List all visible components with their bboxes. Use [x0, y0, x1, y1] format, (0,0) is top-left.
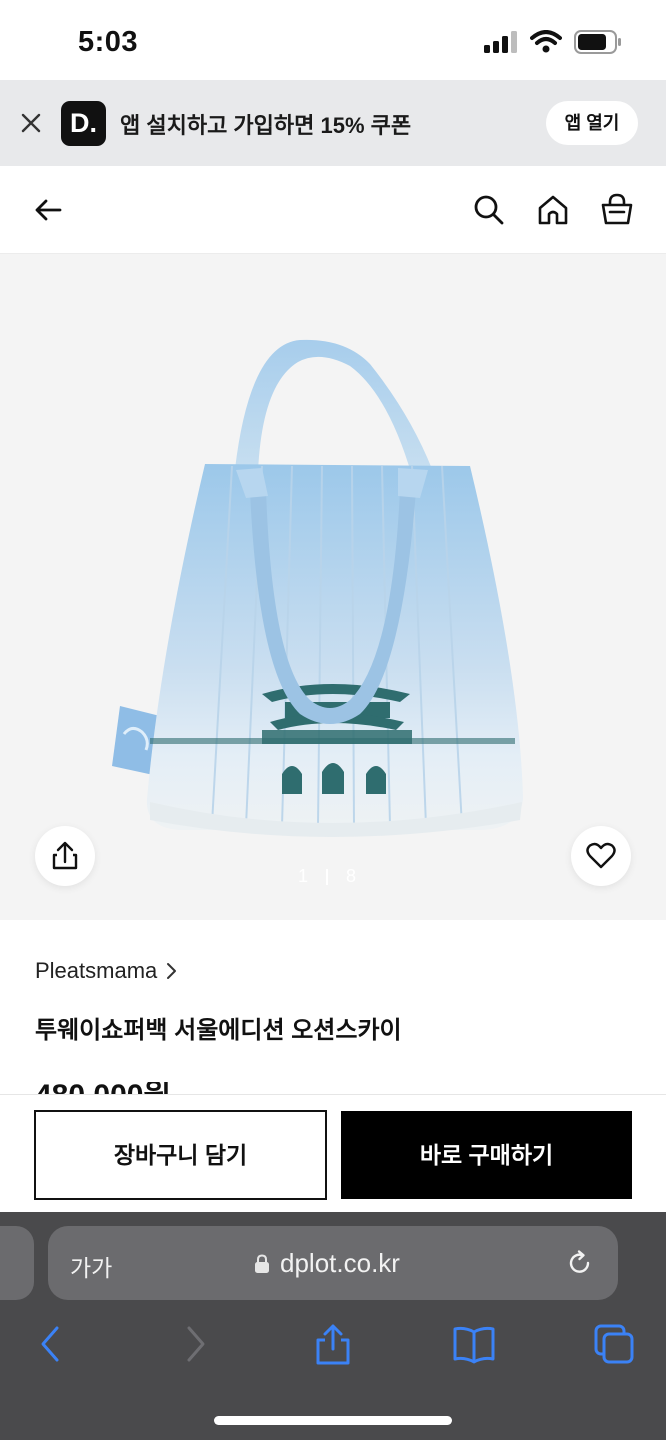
product-image-carousel[interactable]: 1 8: [0, 254, 666, 920]
browser-toolbar: 가가 dplot.co.kr: [0, 1212, 666, 1440]
add-to-cart-button[interactable]: 장바구니 담기: [34, 1110, 327, 1200]
tabs-icon[interactable]: [592, 1322, 636, 1366]
previous-tab-preview[interactable]: [0, 1226, 34, 1300]
bookmarks-icon[interactable]: [452, 1322, 496, 1366]
product-name: 투웨이쇼퍼백 서울에디션 오션스카이: [35, 1017, 402, 1044]
status-icons: [484, 30, 622, 54]
purchase-bar: 장바구니 담기 바로 구매하기: [0, 1094, 666, 1212]
shopping-bag-icon[interactable]: [600, 192, 634, 226]
home-indicator: [214, 1416, 452, 1425]
product-info: Pleatsmama 투웨이쇼퍼백 서울에디션 오션스카이 480,000원: [0, 920, 666, 1100]
pager-separator: [326, 868, 329, 885]
lock-icon: [255, 1253, 269, 1273]
open-app-button[interactable]: 앱 열기: [546, 101, 638, 145]
heart-icon: [586, 842, 616, 869]
buy-now-button[interactable]: 바로 구매하기: [341, 1111, 632, 1199]
close-icon[interactable]: [18, 110, 44, 136]
home-icon[interactable]: [536, 193, 570, 227]
back-chevron-icon[interactable]: [30, 1322, 74, 1366]
pager-current: 1: [298, 866, 309, 886]
url-text: dplot.co.kr: [280, 1248, 400, 1278]
text-size-button[interactable]: 가가: [70, 1249, 112, 1283]
chevron-right-icon: [167, 963, 177, 979]
url-display[interactable]: dplot.co.kr: [254, 1248, 400, 1279]
search-icon[interactable]: [472, 193, 506, 227]
share-icon[interactable]: [311, 1322, 355, 1366]
wifi-icon: [530, 30, 562, 53]
brand-name: Pleatsmama: [35, 958, 158, 983]
reload-icon[interactable]: [564, 1247, 596, 1279]
nav-header: [0, 166, 666, 254]
app-install-banner: D. 앱 설치하고 가입하면 15% 쿠폰 앱 열기: [0, 80, 666, 166]
brand-link[interactable]: Pleatsmama: [35, 958, 179, 984]
signal-icon: [484, 31, 517, 53]
address-bar[interactable]: 가가 dplot.co.kr: [48, 1226, 618, 1300]
product-photo: [112, 339, 523, 837]
share-button[interactable]: [35, 826, 95, 886]
banner-message: 앱 설치하고 가입하면 15% 쿠폰: [120, 113, 412, 138]
back-arrow-icon[interactable]: [32, 194, 64, 226]
browser-nav-toolbar: [0, 1322, 666, 1372]
forward-chevron-icon[interactable]: [172, 1322, 216, 1366]
status-bar: 5:03: [0, 0, 666, 80]
image-pager: 1 8: [298, 866, 356, 887]
pager-total: 8: [346, 866, 357, 886]
status-time: 5:03: [78, 26, 139, 58]
battery-icon: [574, 30, 621, 54]
app-logo: D.: [61, 101, 106, 146]
like-button[interactable]: [571, 826, 631, 886]
share-icon: [52, 841, 78, 870]
